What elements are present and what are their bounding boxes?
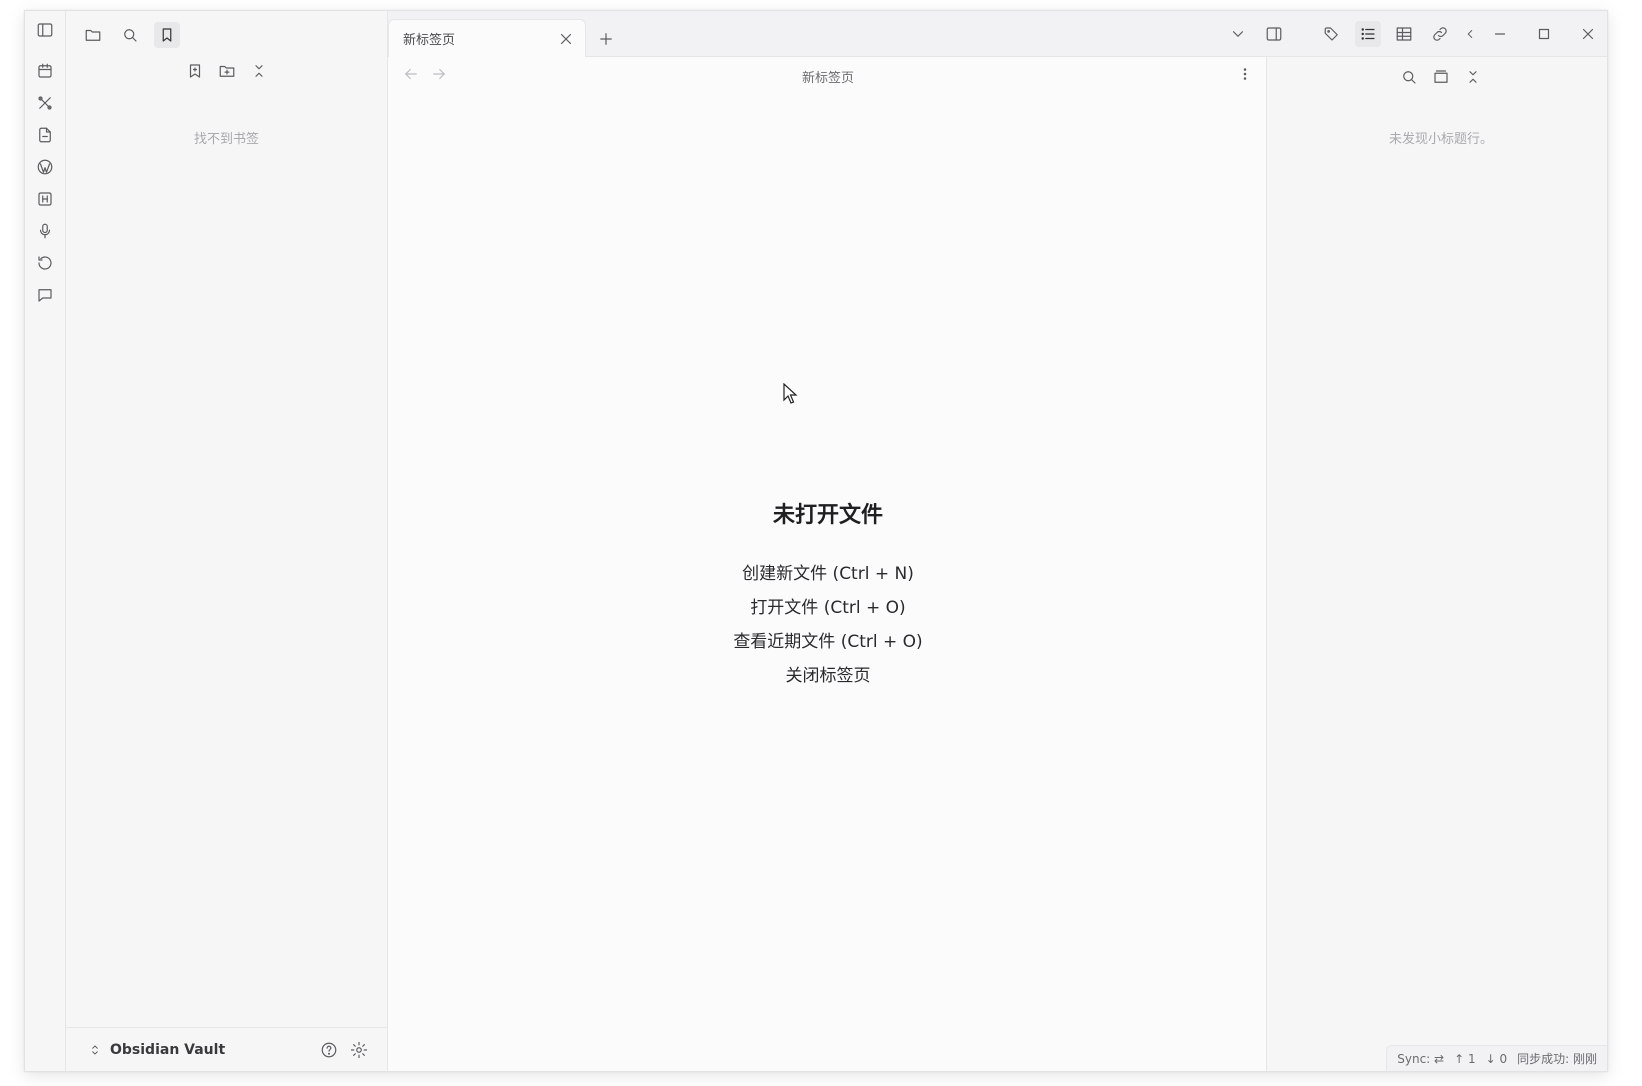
bookmark-icon[interactable] <box>154 22 180 48</box>
more-options-icon[interactable] <box>1232 61 1258 87</box>
minimize-icon[interactable] <box>1487 21 1513 47</box>
close-tab-icon[interactable] <box>555 28 577 50</box>
new-folder-icon[interactable] <box>214 58 240 84</box>
app-window: 找不到书签 Obsidian Vault 新标签页 新标签页 未打开文件 创建新… <box>24 10 1608 1072</box>
wordpress-icon[interactable] <box>32 154 58 180</box>
tools-icon[interactable] <box>32 90 58 116</box>
ribbon-actions <box>32 58 58 308</box>
close-icon[interactable] <box>1575 21 1601 47</box>
maximize-icon[interactable] <box>1531 21 1557 47</box>
help-icon[interactable] <box>317 1038 341 1062</box>
empty-state-title: 未打开文件 <box>772 503 883 528</box>
table-icon[interactable] <box>1391 21 1417 47</box>
open-file-link[interactable]: 打开文件 (Ctrl + O) <box>388 591 1268 625</box>
search-icon[interactable] <box>1396 64 1422 90</box>
left-sidebar: 找不到书签 Obsidian Vault <box>66 11 388 1071</box>
add-bookmark-icon[interactable] <box>182 58 208 84</box>
history-icon[interactable] <box>32 250 58 276</box>
tab-title: 新标签页 <box>403 33 456 48</box>
chevron-down-icon[interactable] <box>1225 21 1251 47</box>
calendar-icon[interactable] <box>32 58 58 84</box>
comment-icon[interactable] <box>32 282 58 308</box>
tags-icon[interactable] <box>1319 21 1345 47</box>
window-controls <box>1225 21 1601 47</box>
collapse-icon[interactable] <box>1460 64 1486 90</box>
bookmark-actions <box>66 58 387 84</box>
empty-outline-message: 未发现小标题行。 <box>1388 132 1493 147</box>
vault-name[interactable]: Obsidian Vault <box>110 1042 311 1058</box>
sync-down-count: ↓ 0 <box>1485 1051 1508 1066</box>
panel-icon[interactable] <box>1428 64 1454 90</box>
view-header: 新标签页 <box>388 57 1268 93</box>
empty-bookmarks-message: 找不到书签 <box>193 132 259 147</box>
chevron-left-icon[interactable] <box>1463 21 1477 47</box>
sync-up-count: ↑ 1 <box>1454 1051 1476 1066</box>
vault-switcher-icon[interactable] <box>88 1040 102 1060</box>
recent-files-link[interactable]: 查看近期文件 (Ctrl + O) <box>388 625 1268 659</box>
tab-bar: 新标签页 <box>388 11 1607 57</box>
heading-icon[interactable] <box>32 186 58 212</box>
sidebar-toggle-icon[interactable] <box>32 17 58 43</box>
view-title: 新标签页 <box>801 71 854 86</box>
mouse-cursor-icon <box>783 383 798 404</box>
search-icon[interactable] <box>117 22 143 48</box>
close-tab-link[interactable]: 关闭标签页 <box>388 659 1268 693</box>
sync-label: Sync: ⇄ <box>1397 1051 1445 1066</box>
outline-icon[interactable] <box>1355 21 1381 47</box>
outline-actions <box>1267 64 1607 90</box>
link-icon[interactable] <box>1427 21 1453 47</box>
right-sidebar-toggle-icon[interactable] <box>1261 21 1287 47</box>
right-sidebar: 未发现小标题行。 <box>1266 57 1607 1071</box>
folder-icon[interactable] <box>80 22 106 48</box>
collapse-icon[interactable] <box>246 58 272 84</box>
vault-bar: Obsidian Vault <box>66 1027 387 1071</box>
sync-icon: ⇄ <box>1434 1051 1445 1066</box>
file-export-icon[interactable] <box>32 122 58 148</box>
settings-icon[interactable] <box>347 1038 371 1062</box>
tab-new-tab[interactable]: 新标签页 <box>388 19 586 57</box>
microphone-icon[interactable] <box>32 218 58 244</box>
sync-status[interactable]: 同步成功: 刚刚 <box>1517 1050 1597 1067</box>
empty-state: 未打开文件 创建新文件 (Ctrl + N) 打开文件 (Ctrl + O) 查… <box>388 497 1268 693</box>
create-new-file-link[interactable]: 创建新文件 (Ctrl + N) <box>388 557 1268 591</box>
status-bar: Sync: ⇄ ↑ 1 ↓ 0 同步成功: 刚刚 <box>1386 1045 1607 1071</box>
new-tab-icon[interactable] <box>593 26 619 52</box>
main-view: 新标签页 未打开文件 创建新文件 (Ctrl + N) 打开文件 (Ctrl +… <box>388 57 1268 1071</box>
ribbon <box>25 11 66 1071</box>
left-sidebar-header <box>66 11 387 59</box>
